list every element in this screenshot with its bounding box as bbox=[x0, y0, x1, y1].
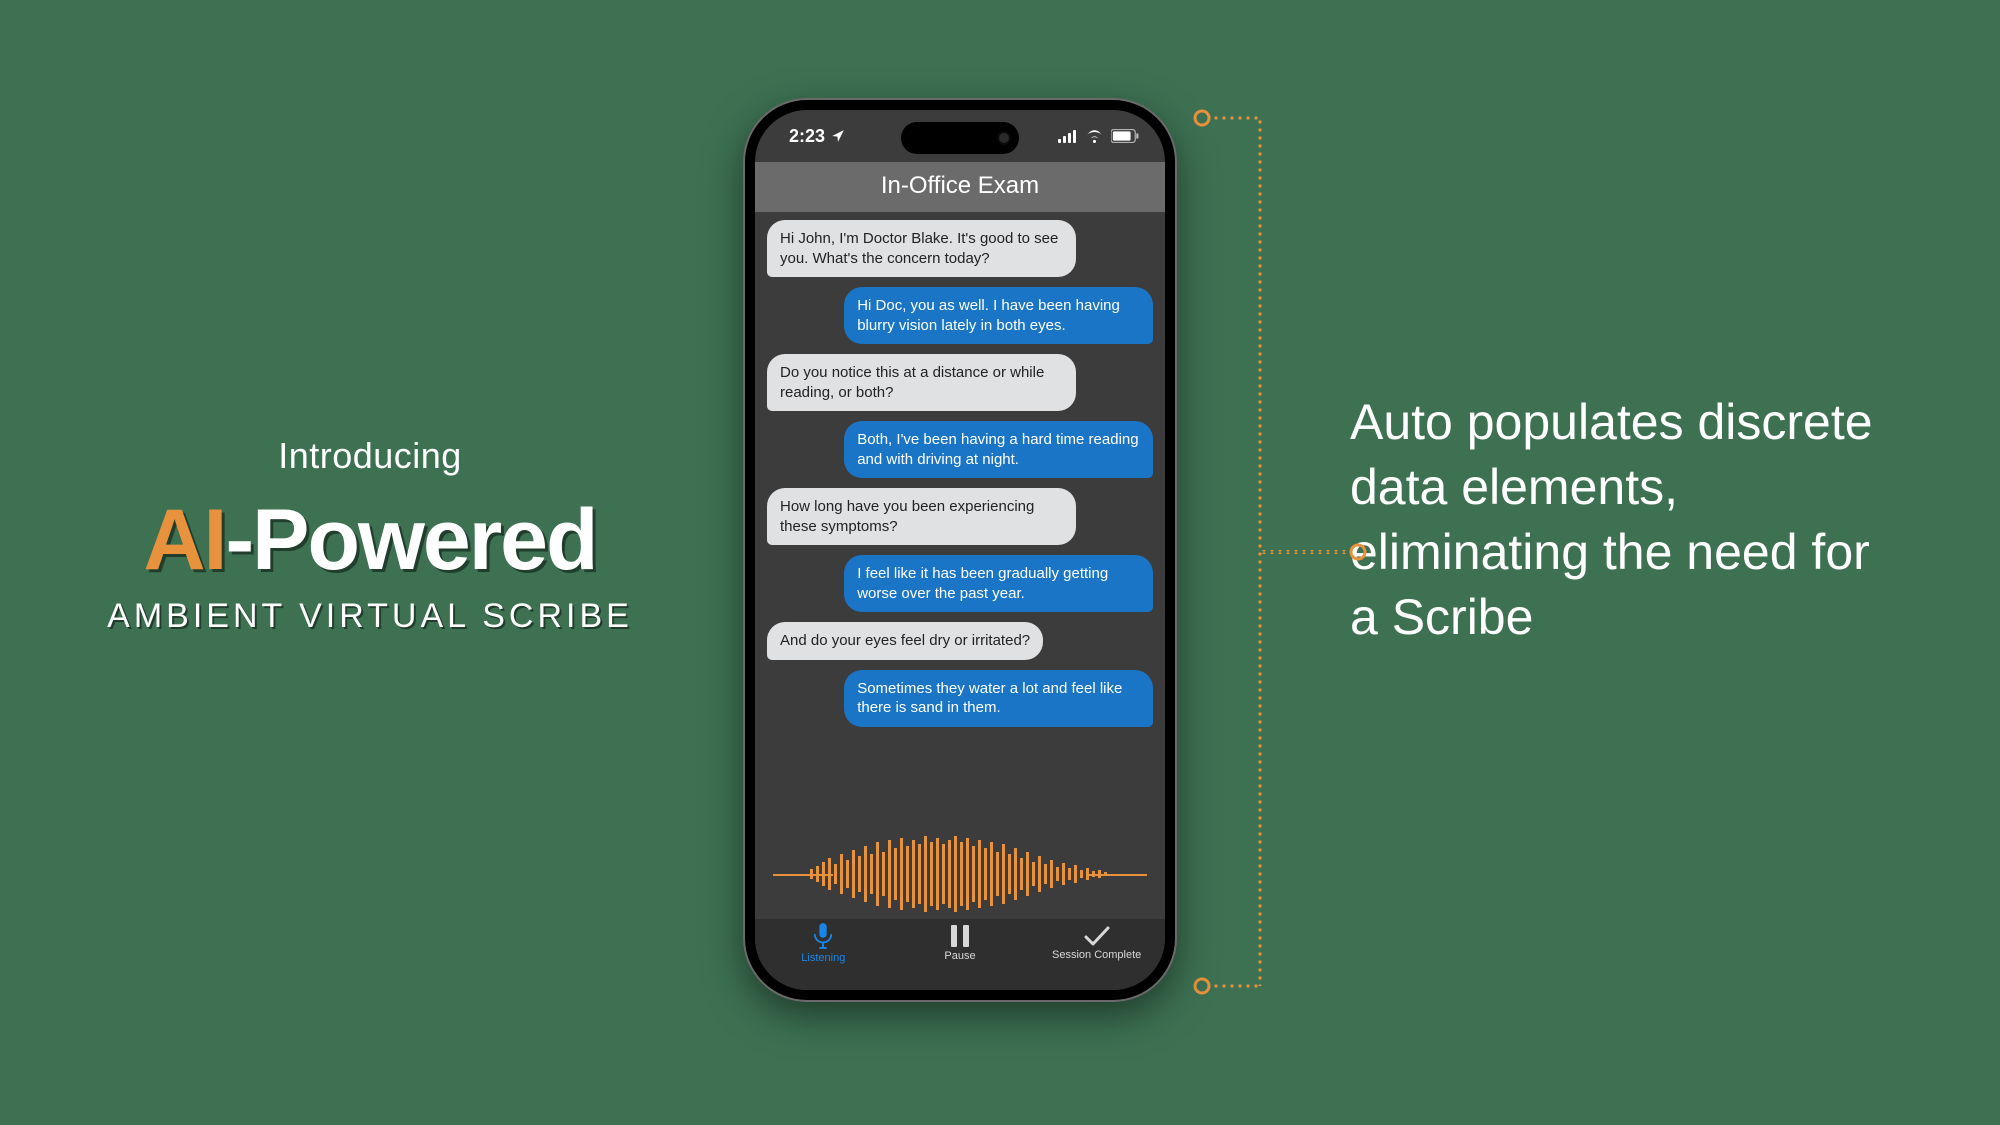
title-powered: -Powered bbox=[225, 492, 596, 588]
checkmark-icon bbox=[1084, 926, 1110, 946]
dynamic-island bbox=[901, 122, 1019, 154]
microphone-icon bbox=[812, 923, 834, 949]
title-intro: Introducing bbox=[80, 435, 660, 477]
chat-bubble-doctor: How long have you been experiencing thes… bbox=[767, 488, 1076, 545]
phone-frame: 2:23 bbox=[745, 100, 1175, 1000]
connector-bracket bbox=[1190, 112, 1360, 992]
chat-bubble-patient: Sometimes they water a lot and feel like… bbox=[844, 670, 1153, 727]
pause-icon bbox=[951, 925, 969, 947]
chat-bubble-patient: I feel like it has been gradually gettin… bbox=[844, 555, 1153, 612]
battery-icon bbox=[1111, 129, 1139, 143]
cellular-icon bbox=[1058, 130, 1078, 143]
session-complete-label: Session Complete bbox=[1052, 949, 1141, 961]
chat-bubble-patient: Both, I've been having a hard time readi… bbox=[844, 421, 1153, 478]
pause-button[interactable]: Pause bbox=[900, 925, 1020, 962]
status-left: 2:23 bbox=[789, 126, 845, 147]
listening-button[interactable]: Listening bbox=[763, 923, 883, 964]
bottom-bar: Listening Pause Session Complete bbox=[755, 919, 1165, 990]
audio-waveform bbox=[755, 829, 1165, 919]
chat-bubble-doctor: And do your eyes feel dry or irritated? bbox=[767, 622, 1043, 660]
location-icon bbox=[831, 129, 845, 143]
title-subtitle: AMBIENT VIRTUAL SCRIBE bbox=[80, 597, 660, 636]
chat-bubble-patient: Hi Doc, you as well. I have been having … bbox=[844, 287, 1153, 344]
pause-label: Pause bbox=[944, 950, 975, 962]
chat-bubble-doctor: Do you notice this at a distance or whil… bbox=[767, 354, 1076, 411]
title-main: AI-Powered bbox=[80, 497, 660, 583]
session-complete-button[interactable]: Session Complete bbox=[1037, 926, 1157, 961]
title-block: Introducing AI-Powered AMBIENT VIRTUAL S… bbox=[80, 435, 660, 636]
listening-label: Listening bbox=[801, 952, 845, 964]
wifi-icon bbox=[1085, 129, 1104, 143]
title-ai: AI bbox=[143, 492, 225, 588]
status-time: 2:23 bbox=[789, 126, 825, 147]
chat-transcript[interactable]: Hi John, I'm Doctor Blake. It's good to … bbox=[755, 212, 1165, 829]
status-right bbox=[1058, 129, 1139, 143]
app-header: In-Office Exam bbox=[755, 162, 1165, 212]
phone-screen: 2:23 bbox=[755, 110, 1165, 990]
chat-bubble-doctor: Hi John, I'm Doctor Blake. It's good to … bbox=[767, 220, 1076, 277]
description-text: Auto populates discrete data elements, e… bbox=[1350, 390, 1910, 650]
